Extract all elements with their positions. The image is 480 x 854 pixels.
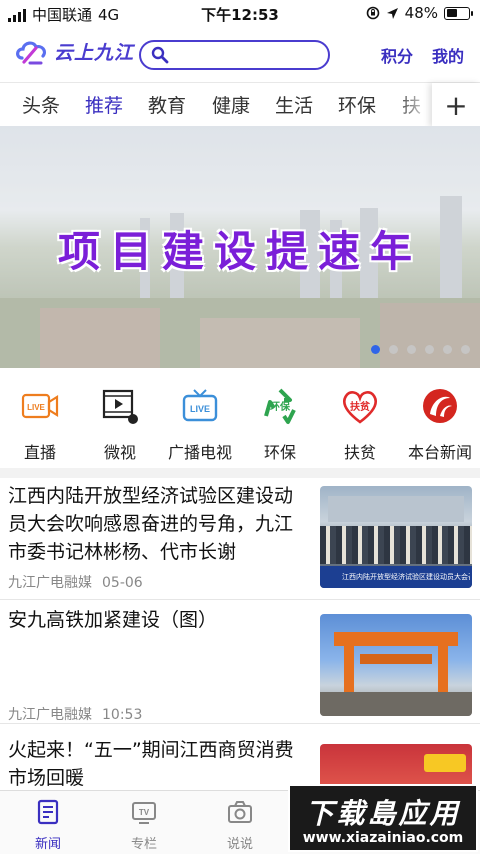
svg-text:LIVE: LIVE (27, 403, 45, 412)
mine-link[interactable]: 我的 (432, 43, 464, 67)
news-source: 九江广电融媒 (8, 707, 92, 723)
app-header: 云上九江 积分 我的 (0, 26, 480, 82)
points-link[interactable]: 积分 (381, 43, 413, 67)
thumbnail-caption: 江西内陆开放型经济试验区建设动员大会召开 (342, 573, 470, 581)
rotation-lock-icon (366, 6, 379, 20)
search-icon (151, 46, 169, 64)
search-box[interactable] (139, 40, 330, 70)
quick-live-label: 直播 (23, 443, 56, 462)
news-source: 九江广电融媒 (8, 575, 92, 591)
news-meta: 九江广电融媒 05-06 (8, 572, 153, 592)
carousel-dot[interactable] (443, 345, 452, 354)
add-channel-button[interactable]: + (432, 83, 480, 127)
quick-poverty[interactable]: 扶贫 扶贫 (320, 386, 400, 463)
search-input[interactable] (175, 46, 323, 64)
video-play-icon (102, 389, 138, 424)
svg-text:环保: 环保 (270, 400, 291, 413)
nav-column[interactable]: TV 专栏 (104, 799, 184, 852)
svg-text:扶贫: 扶贫 (350, 400, 371, 413)
news-meta: 九江广电融媒 10:53 (8, 704, 152, 724)
tab-health[interactable]: 健康 (212, 91, 250, 118)
quick-poverty-label: 扶贫 (343, 443, 376, 462)
carousel-dot[interactable] (425, 345, 434, 354)
news-icon (37, 799, 59, 825)
nav-talk[interactable]: 说说 (200, 799, 280, 852)
carousel-dots (371, 345, 470, 354)
quick-live[interactable]: LIVE 直播 (0, 386, 80, 463)
quick-broadcast[interactable]: LIVE 广播电视 (160, 386, 240, 463)
status-right: 48% (366, 4, 473, 22)
camera-icon (228, 801, 252, 823)
tab-fade (396, 83, 432, 127)
banner-carousel[interactable]: 项目建设提速年 (0, 126, 480, 368)
quick-environment-label: 环保 (263, 443, 296, 462)
tab-education[interactable]: 教育 (148, 91, 186, 118)
banner-title: 项目建设提速年 (57, 227, 422, 276)
quick-links: LIVE 直播 微视 LIVE 广播电视 环保 环保 扶贫 扶贫 本台新闻 (0, 368, 480, 468)
carousel-dot[interactable] (407, 345, 416, 354)
site-watermark: 下载島应用 www.xiazainiao.com (288, 784, 478, 852)
location-arrow-icon (386, 7, 398, 19)
station-logo-icon (423, 389, 457, 423)
quick-broadcast-label: 广播电视 (167, 443, 232, 462)
svg-text:TV: TV (139, 808, 150, 817)
tab-life[interactable]: 生活 (275, 91, 313, 118)
brand-name: 云上九江 (54, 41, 135, 64)
nav-news-label: 新闻 (34, 837, 61, 852)
nav-news[interactable]: 新闻 (8, 799, 88, 852)
channel-tabs: 头条 推荐 教育 健康 生活 环保 扶 + (0, 82, 480, 127)
quick-environment[interactable]: 环保 环保 (240, 386, 320, 463)
news-thumbnail: 江西内陆开放型经济试验区建设动员大会召开 (320, 486, 472, 588)
status-bar: 中国联通 4G 下午12:53 48% (0, 0, 480, 26)
tv-column-icon: TV (132, 802, 156, 824)
news-title: 江西内陆开放型经济试验区建设动员大会吹响感恩奋进的号角，九江市委书记林彬杨、代市… (8, 485, 294, 563)
quick-local-news[interactable]: 本台新闻 (400, 386, 480, 463)
news-title: 火起来！“五一”期间江西商贸消费市场回暖 (8, 739, 294, 789)
quick-microvideo-label: 微视 (103, 443, 136, 462)
carousel-dot[interactable] (389, 345, 398, 354)
cloud-logo-icon (16, 41, 47, 65)
tab-toutiao[interactable]: 头条 (22, 91, 60, 118)
watermark-title: 下载島应用 (305, 797, 461, 830)
carousel-dot[interactable] (371, 345, 380, 354)
svg-text:LIVE: LIVE (190, 404, 210, 414)
news-thumbnail (320, 614, 472, 716)
quick-microvideo[interactable]: 微视 (80, 386, 160, 463)
app-logo[interactable]: 云上九江 (14, 36, 134, 66)
plus-icon: + (444, 88, 468, 122)
live-camera-icon: LIVE (21, 393, 59, 419)
tab-environment[interactable]: 环保 (338, 91, 376, 118)
battery-icon (444, 6, 473, 20)
recycle-icon: 环保 (264, 388, 296, 424)
heart-icon: 扶贫 (342, 391, 378, 424)
news-title: 安九高铁加紧建设（图） (8, 609, 218, 631)
nav-talk-label: 说说 (226, 837, 253, 852)
news-item[interactable]: 江西内陆开放型经济试验区建设动员大会吹响感恩奋进的号角，九江市委书记林彬杨、代市… (0, 478, 480, 600)
news-item[interactable]: 安九高铁加紧建设（图） 九江广电融媒 10:53 (0, 600, 480, 724)
quick-local-news-label: 本台新闻 (407, 443, 472, 462)
news-time: 05-06 (102, 575, 143, 591)
battery-percent: 48% (404, 4, 438, 22)
watermark-url: www.xiazainiao.com (302, 830, 464, 846)
nav-column-label: 专栏 (130, 837, 157, 852)
tv-icon: LIVE (182, 389, 218, 422)
carousel-dot[interactable] (461, 345, 470, 354)
section-divider (0, 468, 480, 478)
tab-recommend[interactable]: 推荐 (85, 91, 123, 118)
news-time: 10:53 (102, 707, 143, 723)
